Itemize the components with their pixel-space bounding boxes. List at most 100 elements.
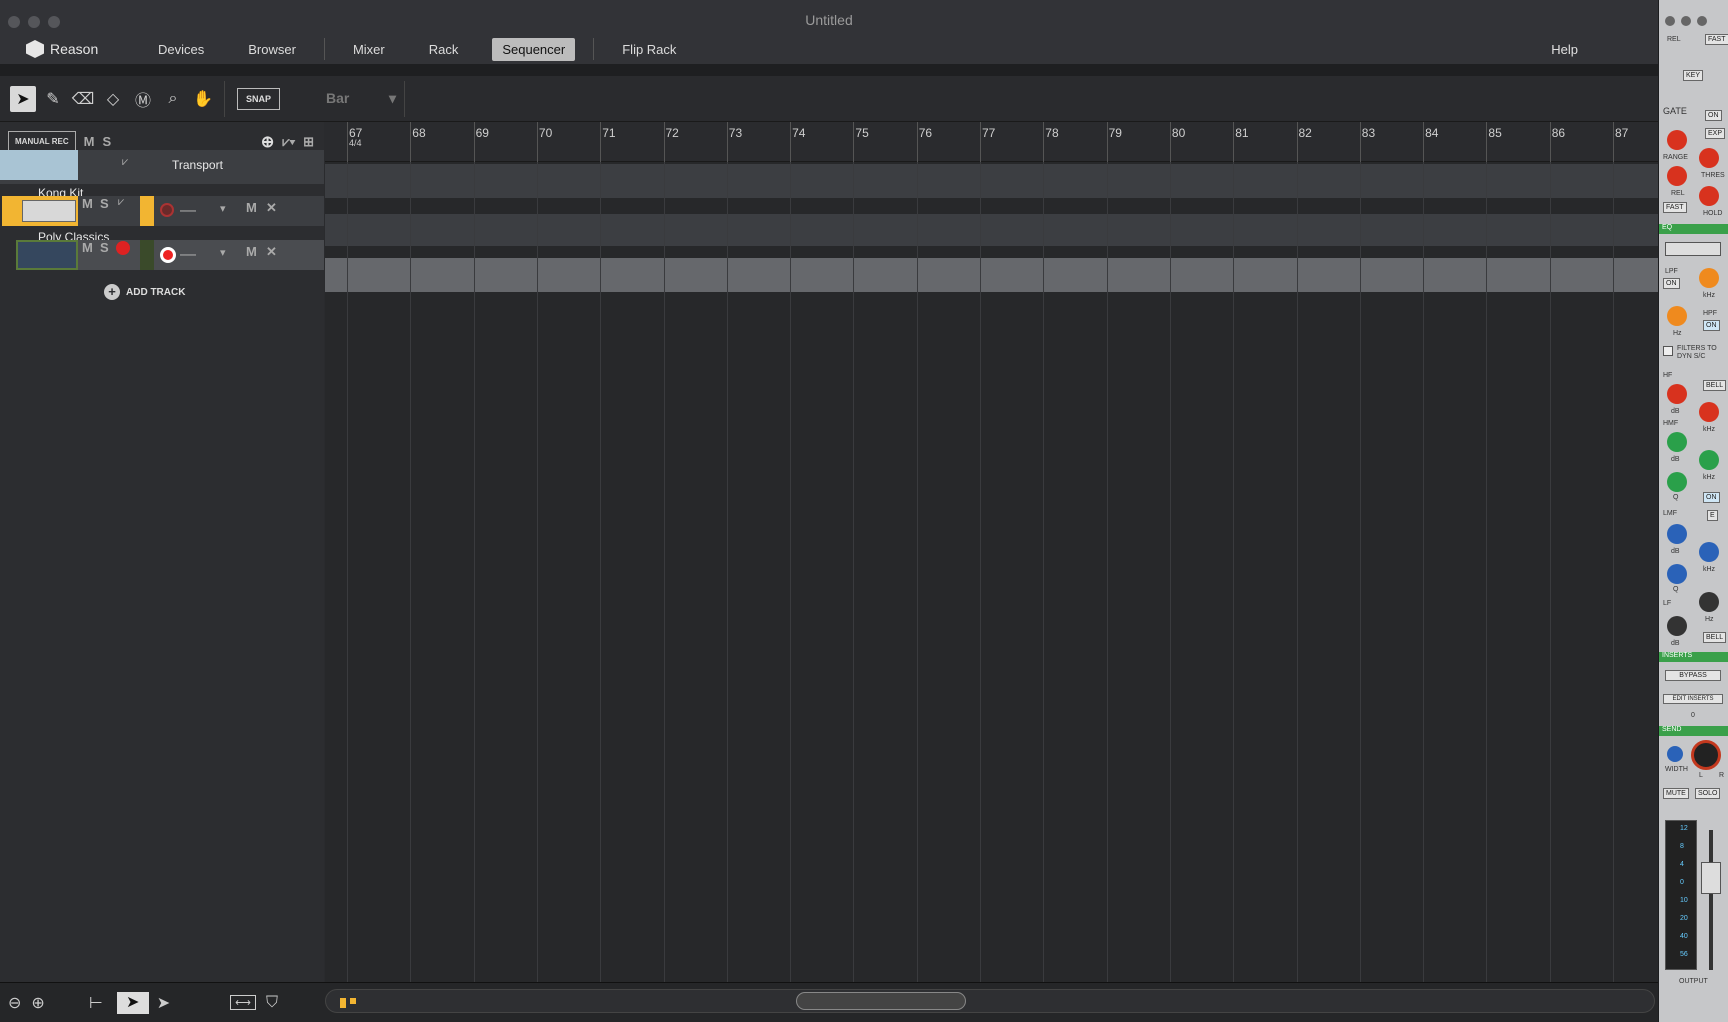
mute-button[interactable]: MUTE [1663,788,1689,799]
zoom-in-icon[interactable]: ⊕ [31,993,44,1013]
poly-classics-lane[interactable] [325,258,1658,292]
follow-on-icon[interactable]: ➤ [116,991,149,1014]
hmf-q-knob[interactable] [1667,472,1687,492]
width-knob[interactable] [1667,746,1683,762]
kong-kit-lane[interactable] [325,214,1658,246]
zoom-out-icon[interactable]: ⊖ [8,993,21,1013]
track-solo-button[interactable]: S [100,240,109,255]
lf-freq-knob[interactable] [1699,592,1719,612]
db-label: dB [1671,640,1680,647]
chevron-down-icon[interactable]: ▾ [220,246,226,259]
nav-rack[interactable]: Rack [419,38,469,61]
track-transport[interactable]: ⩗ Transport [0,150,324,184]
eq-curve-button[interactable] [1665,242,1721,256]
track-mute-button[interactable]: M [82,240,93,255]
automation-active-icon[interactable] [116,241,130,255]
chevron-down-icon[interactable]: ▾ [220,202,226,215]
follow-off-icon[interactable]: ⊢ [89,993,103,1013]
scroll-thumb[interactable] [796,992,966,1010]
solo-all-button[interactable]: S [102,134,111,149]
lmf-q-knob[interactable] [1667,564,1687,584]
nav-mixer[interactable]: Mixer [343,38,395,61]
nav-sequencer[interactable]: Sequencer [492,37,576,61]
horizontal-scrollbar[interactable] [325,989,1655,1013]
key-button[interactable]: KEY [1683,70,1704,81]
ruler-tick [1233,122,1235,162]
razor-tool-icon[interactable]: ◇ [100,86,126,112]
record-enable-button[interactable] [160,203,174,217]
panel-close-button[interactable] [1665,16,1675,26]
lane-mute-button[interactable]: M [246,244,257,259]
grid-icon[interactable]: ⊞ [303,134,314,150]
fader-track[interactable] [1709,830,1713,970]
hpf-freq-knob[interactable] [1667,306,1687,326]
track-kong-kit[interactable]: Kong Kit M S ⩗ — ▾ M ✕ [0,184,324,228]
lmf-gain-knob[interactable] [1667,524,1687,544]
pencil-tool-icon[interactable]: ✎ [40,86,66,112]
lpf-on-button[interactable]: ON [1663,278,1680,289]
zoom-window-button[interactable] [48,16,60,28]
thres-knob[interactable] [1699,148,1719,168]
hf-freq-knob[interactable] [1699,402,1719,422]
record-enable-button[interactable] [160,247,176,263]
panel-zoom-button[interactable] [1697,16,1707,26]
arrange-grid[interactable] [325,162,1658,982]
eq-e-button[interactable]: E [1707,510,1718,521]
edit-inserts-button[interactable]: EDIT INSERTS [1663,694,1723,704]
fast-button[interactable]: FAST [1705,34,1728,45]
hf-bell-button[interactable]: BELL [1703,380,1727,391]
eraser-tool-icon[interactable]: ⌫ [70,86,96,112]
select-tool-arrow-icon[interactable]: ➤ [10,85,36,112]
minimize-window-button[interactable] [28,16,40,28]
ruler-tick [536,122,538,162]
exp-button[interactable]: EXP [1705,128,1726,139]
hmf-gain-knob[interactable] [1667,432,1687,452]
add-plus-icon[interactable]: ⊕ [261,132,274,152]
automation-icon[interactable]: ⩗▾ [282,134,295,150]
track-poly-classics[interactable]: Poly Classics M S — ▾ M ✕ [0,228,324,272]
hand-tool-icon[interactable]: ✋ [190,86,216,112]
solo-button[interactable]: SOLO [1695,788,1721,799]
hold-knob[interactable] [1699,186,1719,206]
lmf-freq-knob[interactable] [1699,542,1719,562]
filters-dyn-checkbox[interactable] [1663,346,1673,356]
hmf-freq-knob[interactable] [1699,450,1719,470]
nav-help[interactable]: Help [1551,42,1578,57]
lpf-freq-knob[interactable] [1699,268,1719,288]
bypass-button[interactable]: BYPASS [1665,670,1721,681]
panel-minimize-button[interactable] [1681,16,1691,26]
mute-tool-icon[interactable]: Ⓜ [130,86,156,112]
lf-gain-knob[interactable] [1667,616,1687,636]
gate-fast-button[interactable]: FAST [1663,202,1687,213]
hpf-on-button[interactable]: ON [1703,320,1720,331]
nav-devices[interactable]: Devices [148,38,214,61]
snap-button[interactable]: SNAP [237,87,281,110]
loop-icon[interactable]: ⟷ [230,995,256,1010]
close-window-button[interactable] [8,16,20,28]
volume-fader-handle[interactable] [1701,862,1721,894]
pan-knob[interactable] [1691,740,1721,770]
nav-flip-rack[interactable]: Flip Rack [612,38,686,61]
delete-lane-close-icon[interactable]: ✕ [266,244,277,260]
track-mute-button[interactable]: M [82,196,93,211]
timeline-ruler[interactable]: 67 68 69 70 71 72 73 74 75 76 77 78 79 80 81 82 83 84 85 86… [325,122,1658,162]
lane-mute-button[interactable]: M [246,200,257,215]
hf-gain-knob[interactable] [1667,384,1687,404]
play-arrow-icon[interactable]: ➤ [157,993,170,1013]
nav-browser[interactable]: Browser [238,38,306,61]
gate-release-knob[interactable] [1667,166,1687,186]
delete-lane-close-icon[interactable]: ✕ [266,200,277,216]
lf-bell-button[interactable]: BELL [1703,632,1727,643]
range-knob[interactable] [1667,130,1687,150]
track-solo-button[interactable]: S [100,196,109,211]
hmf-on-button[interactable]: ON [1703,492,1720,503]
manual-rec-button[interactable]: MANUAL REC [8,131,76,152]
shield-icon[interactable]: ⛉ [266,994,278,1012]
mute-all-button[interactable]: M [84,134,95,149]
add-track-button[interactable]: + ADD TRACK [104,284,185,300]
gate-on-button[interactable]: ON [1705,110,1722,121]
snap-value-select[interactable]: Bar ▾ [326,90,396,107]
automation-icon[interactable]: ⩗ [118,196,124,209]
magnify-tool-icon[interactable]: ⌕ [160,86,186,112]
automation-icon[interactable]: ⩗ [122,156,128,169]
